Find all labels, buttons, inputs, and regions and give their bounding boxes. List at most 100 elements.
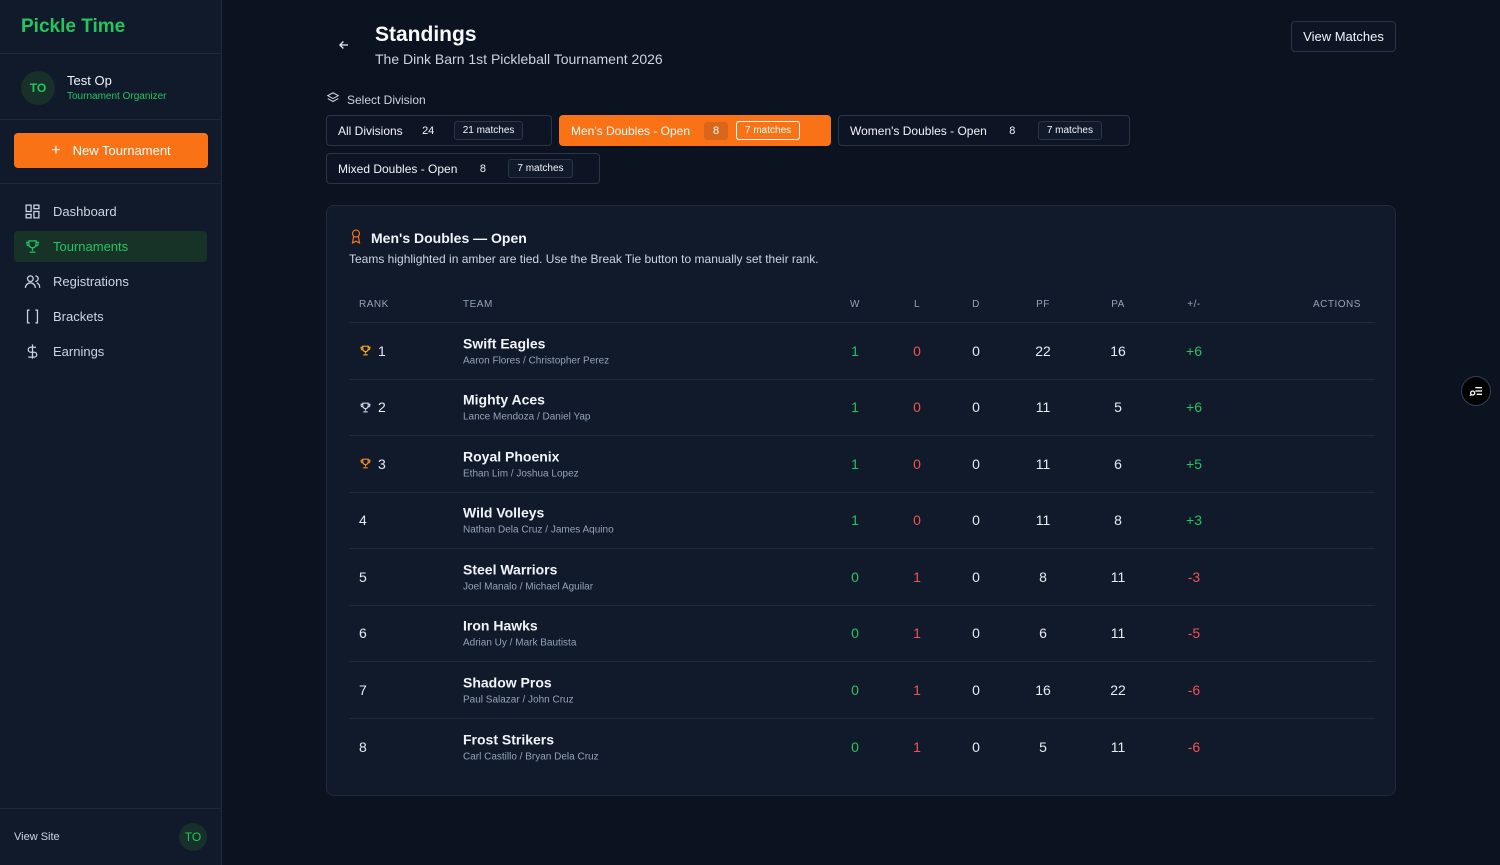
division-matches-badge: 21 matches (453, 121, 524, 140)
points-for-cell: 11 (1035, 512, 1051, 529)
select-division-text: Select Division (347, 92, 426, 107)
rank-value: 4 (359, 512, 367, 529)
division-count: 8 (704, 121, 729, 140)
points-for-cell: 11 (1035, 399, 1051, 416)
losses-cell: 1 (913, 568, 921, 585)
team-players: Adrian Uy / Mark Bautista (463, 637, 577, 649)
division-count: 8 (1009, 124, 1016, 137)
bronze-trophy-icon (359, 457, 372, 470)
dollar-icon (24, 343, 41, 360)
team-name: Iron Hawks (463, 617, 538, 634)
losses-cell: 1 (913, 681, 921, 698)
draws-cell: 0 (972, 342, 980, 359)
brand-logo[interactable]: Pickle Time (0, 0, 221, 54)
division-all[interactable]: All Divisions 24 21 matches (326, 115, 552, 146)
draws-cell: 0 (972, 568, 980, 585)
wins-cell: 0 (851, 625, 859, 642)
draws-cell: 0 (972, 399, 980, 416)
points-against-cell: 11 (1110, 625, 1126, 642)
table-header: RANK TEAM W L D PF PA +/- ACTIONS (349, 293, 1375, 323)
losses-cell: 0 (913, 342, 921, 359)
team-cell: Shadow Pros Paul Salazar / John Cruz (463, 674, 574, 705)
division-name: Women's Doubles - Open (850, 123, 987, 138)
points-against-cell: 6 (1114, 455, 1122, 472)
table-row: 4 Wild Volleys Nathan Dela Cruz / James … (349, 493, 1375, 549)
losses-cell: 0 (913, 512, 921, 529)
rank-value: 6 (359, 625, 367, 642)
rank-cell: 7 (359, 682, 367, 698)
division-womens-doubles[interactable]: Women's Doubles - Open 8 7 matches (838, 115, 1130, 146)
sidebar-item-brackets[interactable]: Brackets (14, 301, 207, 332)
points-against-cell: 22 (1110, 681, 1126, 698)
table-row: 2 Mighty Aces Lance Mendoza / Daniel Yap… (349, 380, 1375, 436)
user-name: Test Op (67, 73, 112, 88)
draws-cell: 0 (972, 512, 980, 529)
view-site-link[interactable]: View Site (14, 831, 60, 843)
wins-cell: 0 (851, 681, 859, 698)
diff-cell: -6 (1187, 681, 1201, 698)
view-matches-button[interactable]: View Matches (1291, 21, 1396, 52)
wins-cell: 0 (851, 568, 859, 585)
division-mixed-doubles[interactable]: Mixed Doubles - Open 8 7 matches (326, 153, 600, 184)
team-players: Lance Mendoza / Daniel Yap (463, 411, 591, 423)
sidebar-item-label: Brackets (53, 309, 104, 324)
team-name: Steel Warriors (463, 561, 558, 578)
table-row: 1 Swift Eagles Aaron Flores / Christophe… (349, 323, 1375, 380)
sidebar-item-registrations[interactable]: Registrations (14, 266, 207, 297)
wins-cell: 1 (851, 455, 859, 472)
col-w: W (850, 299, 860, 310)
sidebar: Pickle Time TO Test Op Tournament Organi… (0, 0, 222, 865)
col-pf: PF (1036, 299, 1050, 310)
rank-cell: 1 (359, 343, 386, 359)
team-name: Frost Strikers (463, 731, 555, 748)
points-for-cell: 8 (1039, 568, 1047, 585)
rank-value: 8 (359, 738, 367, 755)
team-name: Mighty Aces (463, 391, 545, 408)
filter-settings-icon[interactable] (1461, 376, 1491, 406)
user-role: Tournament Organizer (67, 91, 167, 102)
team-players: Nathan Dela Cruz / James Aquino (463, 524, 614, 536)
team-cell: Iron Hawks Adrian Uy / Mark Bautista (463, 618, 576, 649)
sidebar-item-earnings[interactable]: Earnings (14, 336, 207, 367)
select-division-label: Select Division (326, 91, 426, 108)
new-tournament-label: New Tournament (72, 143, 171, 158)
wins-cell: 1 (851, 399, 859, 416)
team-name: Wild Volleys (463, 504, 545, 521)
losses-cell: 1 (913, 625, 921, 642)
new-tournament-button[interactable]: + New Tournament (14, 133, 208, 168)
points-against-cell: 16 (1110, 342, 1126, 359)
brackets-icon (24, 308, 41, 325)
diff-cell: -3 (1187, 568, 1201, 585)
table-row: 8 Frost Strikers Carl Castillo / Bryan D… (349, 719, 1375, 776)
wins-cell: 1 (851, 512, 859, 529)
back-arrow-icon[interactable] (335, 36, 353, 54)
division-mens-doubles[interactable]: Men's Doubles - Open 8 7 matches (559, 115, 831, 146)
sidebar-footer: View Site TO (0, 808, 221, 865)
rank-cell: 3 (359, 456, 386, 472)
losses-cell: 1 (913, 738, 921, 755)
rank-value: 5 (359, 568, 367, 585)
points-for-cell: 5 (1039, 738, 1047, 755)
col-actions: ACTIONS (1313, 299, 1361, 310)
division-name: Mixed Doubles - Open (338, 161, 458, 176)
diff-cell: +5 (1186, 455, 1202, 472)
avatar[interactable]: TO (179, 823, 207, 851)
sidebar-item-label: Registrations (53, 274, 129, 289)
team-players: Carl Castillo / Bryan Dela Cruz (463, 751, 599, 763)
sidebar-item-label: Tournaments (53, 239, 129, 254)
division-name: Men's Doubles - Open (571, 123, 691, 138)
sidebar-item-dashboard[interactable]: Dashboard (14, 196, 207, 227)
rank-value: 7 (359, 681, 367, 698)
draws-cell: 0 (972, 681, 980, 698)
sidebar-item-tournaments[interactable]: Tournaments (14, 231, 207, 262)
team-cell: Mighty Aces Lance Mendoza / Daniel Yap (463, 392, 591, 423)
diff-cell: +6 (1186, 399, 1202, 416)
sidebar-nav: Dashboard Tournaments Registrations Brac… (0, 184, 221, 383)
medal-icon (349, 228, 363, 248)
rank-value: 1 (378, 342, 386, 359)
points-against-cell: 11 (1110, 738, 1126, 755)
draws-cell: 0 (972, 625, 980, 642)
avatar: TO (21, 70, 55, 105)
col-rank: RANK (359, 299, 389, 310)
diff-cell: +6 (1186, 342, 1202, 359)
